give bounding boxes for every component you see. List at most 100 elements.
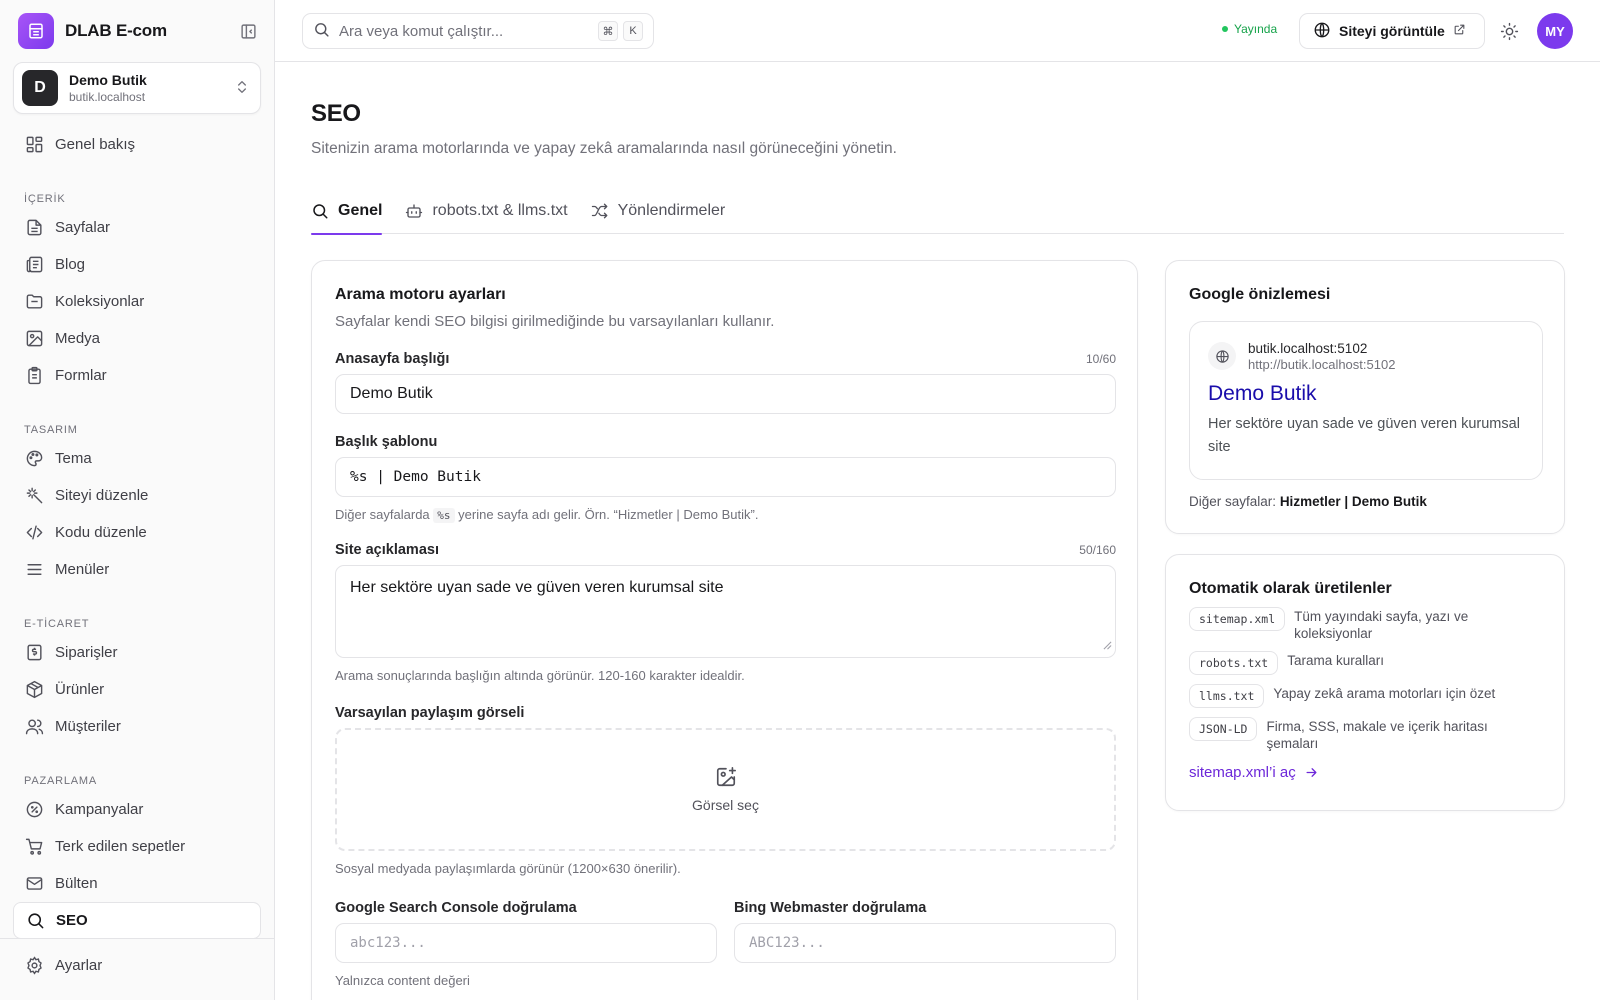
help-text: Diğer sayfalarda (335, 507, 430, 522)
sidebar-item-theme[interactable]: Tema (13, 440, 261, 477)
home-title-input[interactable]: Demo Butik (335, 374, 1116, 414)
list-item: llms.txt Yapay zekâ arama motorları için… (1189, 684, 1543, 708)
sidebar-item-orders[interactable]: Siparişler (13, 634, 261, 671)
external-link-icon (1453, 23, 1466, 39)
sidebar-item-abandoned-carts[interactable]: Terk edilen sepetler (13, 828, 261, 865)
package-icon (24, 680, 44, 700)
preview-title: Demo Butik (1208, 382, 1317, 405)
list-item: sitemap.xml Tüm yayındaki sayfa, yazı ve… (1189, 607, 1543, 642)
image-plus-icon (715, 766, 737, 791)
file-description: Tarama kuralları (1287, 653, 1385, 668)
list-item: JSON-LD Firma, SSS, makale ve içerik har… (1189, 717, 1543, 752)
status-label: Yayında (1234, 22, 1278, 36)
sidebar-item-products[interactable]: Ürünler (13, 671, 261, 708)
code-icon (24, 523, 44, 543)
sidebar-item-menus[interactable]: Menüler (13, 551, 261, 588)
image-icon (24, 329, 44, 349)
tab-label: Yönlendirmeler (617, 202, 726, 219)
other-pages-label: Diğer sayfalar: (1189, 494, 1277, 509)
site-avatar: D (22, 70, 58, 106)
card-title: Google önizlemesi (1189, 286, 1331, 303)
help-text: yerine sayfa adı gelir. Örn. “Hizmetler … (458, 507, 759, 522)
sidebar-item-collections[interactable]: Koleksiyonlar (13, 283, 261, 320)
site-description-value: Her sektöre uyan sade ve güven veren kur… (350, 579, 724, 596)
file-description: Firma, SSS, makale ve içerik haritası şe… (1266, 719, 1488, 751)
sidebar-item-customers[interactable]: Müşteriler (13, 708, 261, 745)
sidebar-item-campaigns[interactable]: Kampanyalar (13, 791, 261, 828)
search-icon (311, 202, 329, 220)
file-description: Yapay zekâ arama motorları için özet (1273, 686, 1496, 701)
sidebar-item-pages[interactable]: Sayfalar (13, 209, 261, 246)
badge-percent-icon (24, 800, 44, 820)
site-switcher[interactable]: D Demo Butik butik.localhost (13, 62, 261, 114)
placeholder-code: %s (433, 508, 455, 523)
file-pill: llms.txt (1189, 684, 1265, 708)
sidebar-item-media[interactable]: Medya (13, 320, 261, 357)
tab-redirects[interactable]: Yönlendirmeler (591, 194, 726, 234)
chevrons-up-down-icon (234, 79, 250, 98)
nav-section-ecommerce: E-TİCARET (24, 618, 90, 630)
sidebar-item-label: Terk edilen sepetler (55, 838, 186, 855)
search-icon (313, 21, 330, 41)
file-pill: sitemap.xml (1189, 607, 1286, 631)
view-site-label: Siteyi görüntüle (1339, 23, 1445, 39)
gsc-input[interactable]: abc123... (335, 923, 717, 963)
tab-label: robots.txt & llms.txt (432, 202, 568, 219)
sidebar-item-seo[interactable]: SEO (13, 902, 261, 939)
site-description-label: Site açıklaması (335, 542, 439, 558)
tab-robots[interactable]: robots.txt & llms.txt (405, 194, 568, 234)
bot-icon (405, 202, 423, 220)
auto-generated-card: Otomatik olarak üretilenler sitemap.xml … (1165, 554, 1565, 811)
gear-icon (24, 956, 44, 976)
sidebar-item-blog[interactable]: Blog (13, 246, 261, 283)
sidebar-item-label: Siparişler (55, 644, 118, 661)
sidebar: DLAB E-com D Demo Butik butik.localhost … (0, 0, 275, 1000)
share-image-dropzone[interactable]: Görsel seç (335, 728, 1116, 851)
other-pages-preview: Diğer sayfalar: Hizmetler | Demo Butik (1189, 494, 1543, 509)
sun-icon[interactable] (1497, 19, 1521, 43)
sidebar-item-label: Kampanyalar (55, 801, 144, 818)
file-description: Tüm yayındaki sayfa, yazı ve koleksiyonl… (1294, 609, 1469, 641)
sidebar-item-label: Sayfalar (55, 219, 111, 236)
choose-image-label: Görsel seç (692, 797, 759, 813)
search-engine-settings-card: Arama motoru ayarları Sayfalar kendi SEO… (311, 260, 1138, 1000)
newspaper-icon (24, 255, 44, 275)
command-search[interactable]: Ara veya komut çalıştır... ⌘ K (302, 13, 654, 49)
globe-icon (1313, 21, 1331, 42)
clipboard-list-icon (24, 366, 44, 386)
brand-name: DLAB E-com (65, 21, 167, 40)
open-sitemap-link[interactable]: sitemap.xml’i aç (1189, 764, 1543, 781)
sidebar-item-edit-site[interactable]: Siteyi düzenle (13, 477, 261, 514)
globe-icon (1208, 342, 1236, 370)
file-text-icon (24, 218, 44, 238)
title-template-input[interactable]: %s | Demo Butik (335, 457, 1116, 497)
view-site-button[interactable]: Siteyi görüntüle (1299, 13, 1485, 49)
layout-grid-icon (24, 135, 44, 155)
title-template-help: Diğer sayfalarda %s yerine sayfa adı gel… (335, 507, 1116, 523)
gsc-label: Google Search Console doğrulama (335, 900, 577, 916)
resize-handle-icon[interactable] (1103, 637, 1112, 655)
tab-general[interactable]: Genel (311, 194, 383, 235)
bing-label: Bing Webmaster doğrulama (734, 900, 927, 916)
site-description-textarea[interactable]: Her sektöre uyan sade ve güven veren kur… (335, 565, 1116, 658)
tabs: Genel robots.txt & llms.txt Yönlendirmel… (311, 194, 1564, 235)
card-title: Otomatik olarak üretilenler (1189, 580, 1392, 597)
card-description: Sayfalar kendi SEO bilgisi girilmediğind… (335, 313, 775, 330)
bing-input[interactable]: ABC123... (734, 923, 1116, 963)
page-title: SEO (311, 100, 361, 127)
google-preview-card: Google önizlemesi butik.localhost:5102 h… (1165, 260, 1565, 534)
search-icon (25, 911, 45, 931)
sidebar-item-forms[interactable]: Formlar (13, 357, 261, 394)
sidebar-item-overview[interactable]: Genel bakış (13, 126, 261, 163)
user-avatar[interactable]: MY (1537, 13, 1573, 49)
sidebar-toggle-icon[interactable] (238, 21, 258, 41)
sidebar-item-edit-code[interactable]: Kodu düzenle (13, 514, 261, 551)
shopping-cart-icon (24, 837, 44, 857)
sidebar-item-newsletter[interactable]: Bülten (13, 865, 261, 902)
sidebar-item-settings[interactable]: Ayarlar (13, 947, 261, 984)
search-placeholder: Ara veya komut çalıştır... (339, 22, 504, 40)
list-item: robots.txt Tarama kuralları (1189, 651, 1543, 675)
card-title: Arama motoru ayarları (335, 286, 506, 303)
sidebar-item-label: Müşteriler (55, 718, 121, 735)
sidebar-item-label: Siteyi düzenle (55, 487, 149, 504)
